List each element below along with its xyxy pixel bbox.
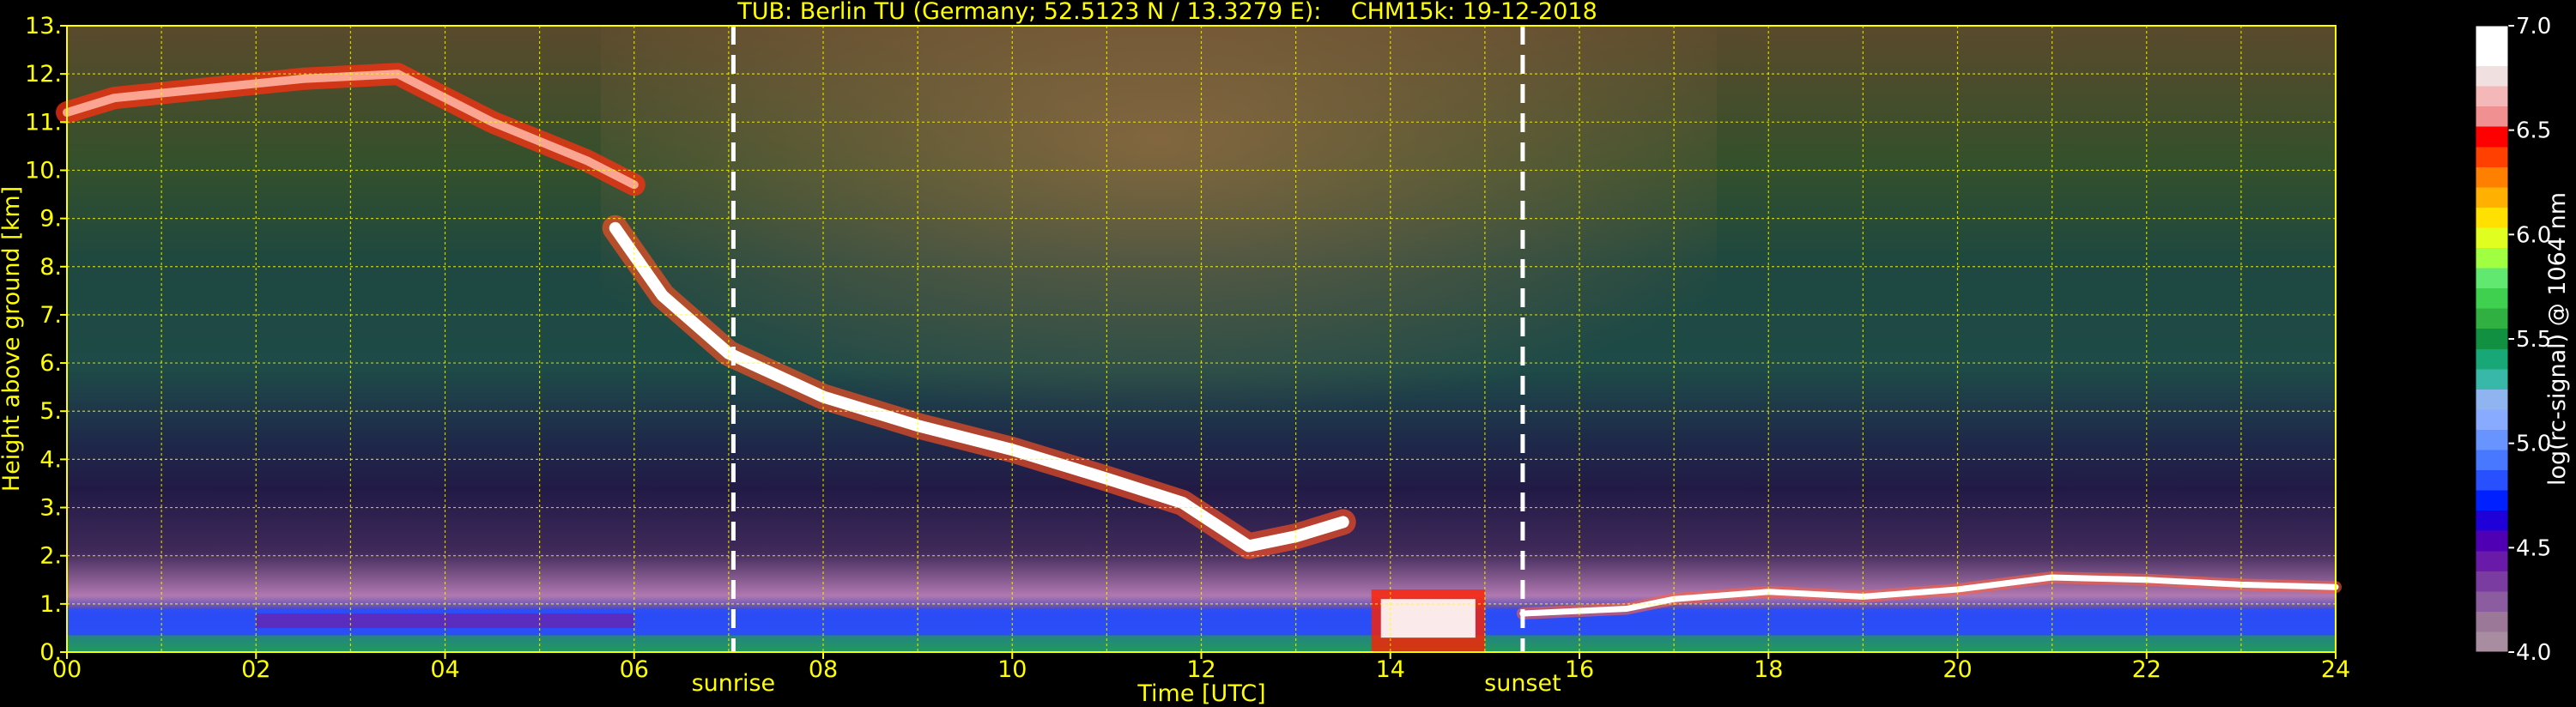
x-tick-label: 10 <box>997 656 1027 683</box>
y-tick-label: 3. <box>39 495 62 522</box>
y-tick-label: 13. <box>25 13 62 39</box>
y-tick-label: 12. <box>25 61 62 88</box>
y-tick-label: 2. <box>39 543 62 570</box>
y-tick-label: 0. <box>39 639 62 666</box>
x-tick-label: 04 <box>430 656 459 683</box>
colorbar <box>2476 26 2508 652</box>
colorbar-tick-label: 4.5 <box>2516 535 2551 561</box>
x-axis-label: Time [UTC] <box>1136 680 1265 707</box>
x-tick-label: 02 <box>241 656 270 683</box>
boundary-layer-purple <box>256 613 634 628</box>
colorbar-tick-label: 7.0 <box>2516 14 2551 39</box>
x-tick-label: 14 <box>1376 656 1405 683</box>
y-tick-label: 6. <box>39 350 62 377</box>
y-tick-label: 11. <box>25 109 62 136</box>
x-tick-label: 06 <box>620 656 649 683</box>
y-tick-label: 7. <box>39 302 62 329</box>
x-tick-label: 20 <box>1943 656 1972 683</box>
x-tick-label: 24 <box>2321 656 2350 683</box>
noon-glow <box>601 26 1717 489</box>
y-tick-label: 1. <box>39 591 62 618</box>
colorbar-label: log(rc-signal) @ 1064 nm <box>2544 192 2571 486</box>
y-tick-label: 5. <box>39 398 62 425</box>
y-axis-label: Height above ground [km] <box>0 186 25 492</box>
low-cloud-core <box>1380 599 1476 638</box>
x-tick-label: 16 <box>1565 656 1594 683</box>
colorbar-tick-label: 6.5 <box>2516 118 2551 144</box>
x-tick-label: 12 <box>1186 656 1215 683</box>
y-tick-label: 10. <box>25 157 62 184</box>
x-tick-label: 08 <box>809 656 838 683</box>
lidar-chart: sunrise sunset 00 02 04 06 08 10 12 14 16 18 20 22 24… <box>0 13 2571 707</box>
colorbar-tick-label: 4.0 <box>2516 640 2551 666</box>
marker-label-sunset: sunset <box>1484 670 1561 697</box>
marker-label-sunrise: sunrise <box>692 670 776 697</box>
y-tick-label: 4. <box>39 446 62 473</box>
y-tick-label: 9. <box>39 206 62 233</box>
x-tick-label: 22 <box>2132 656 2161 683</box>
y-tick-label: 8. <box>39 254 62 281</box>
x-tick-label: 18 <box>1754 656 1783 683</box>
